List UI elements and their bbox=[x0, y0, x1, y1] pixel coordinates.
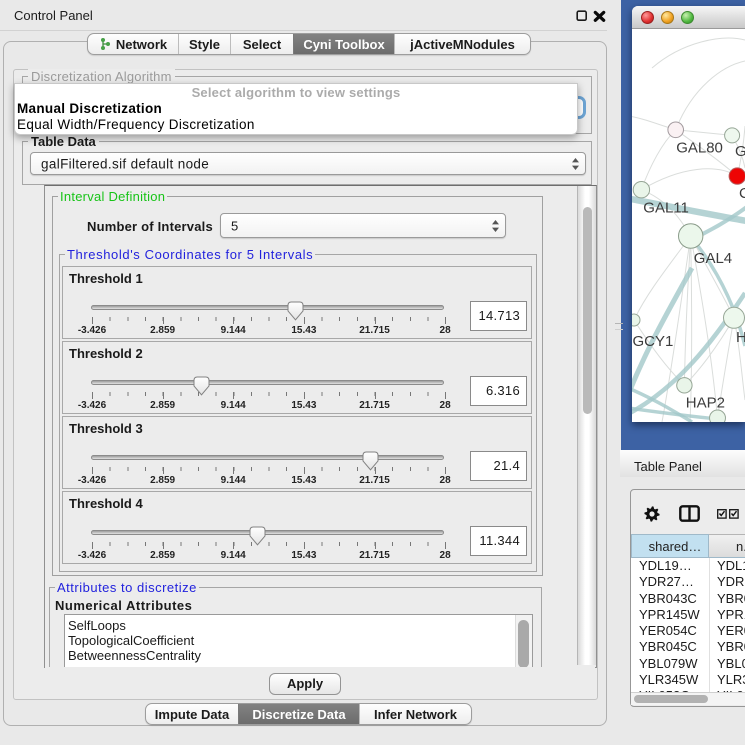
svg-text:GCY1: GCY1 bbox=[633, 333, 674, 350]
svg-text:GAL11: GAL11 bbox=[643, 200, 689, 217]
svg-text:C: C bbox=[739, 185, 745, 202]
svg-text:GAL80: GAL80 bbox=[676, 140, 723, 157]
svg-text:HAP2: HAP2 bbox=[686, 394, 725, 411]
svg-text:GAL4: GAL4 bbox=[694, 250, 732, 267]
svg-text:H: H bbox=[736, 329, 745, 346]
svg-text:G.: G. bbox=[735, 143, 745, 160]
